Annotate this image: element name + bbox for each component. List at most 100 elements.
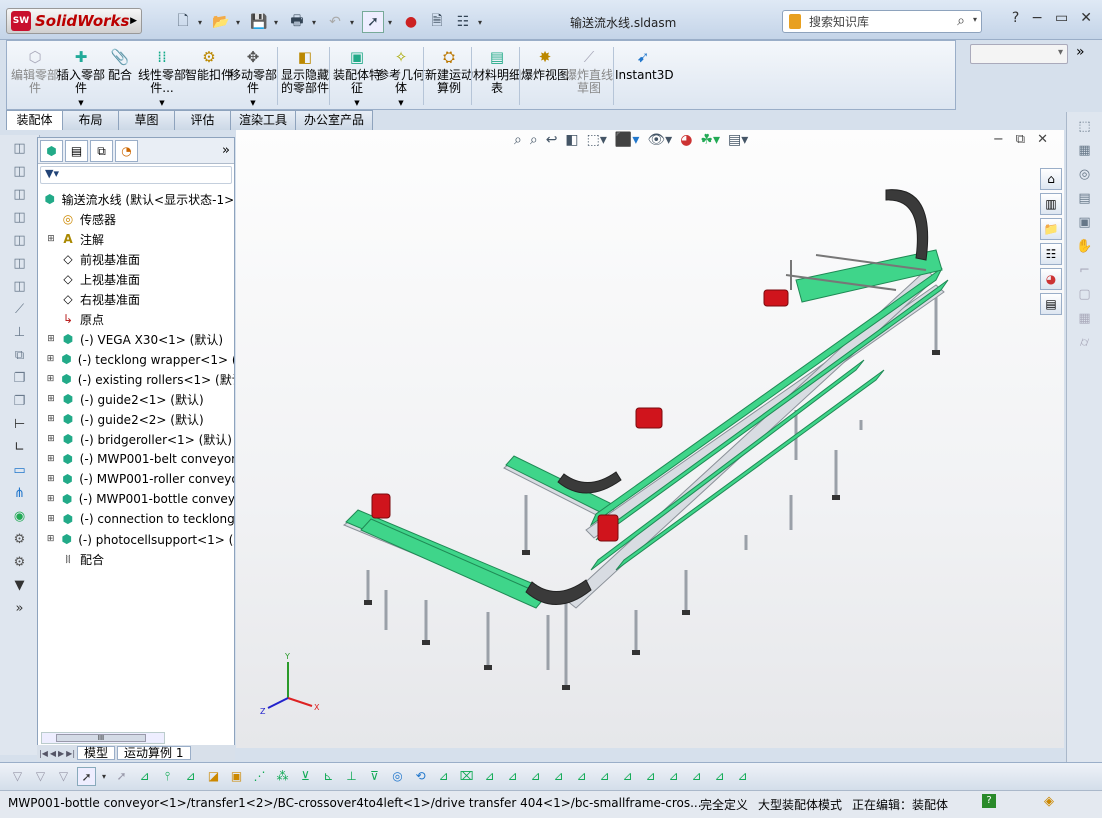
tool-icon[interactable]: ⊿ (687, 767, 706, 786)
box-icon[interactable]: ▢ (1076, 286, 1094, 304)
tool-icon[interactable]: ◎ (388, 767, 407, 786)
file-explorer-icon[interactable]: 📁 (1040, 218, 1062, 240)
tree-item-mates[interactable]: ⧘⧙ 配合 (38, 549, 234, 569)
smart-fastener-button[interactable]: ⚙ 智能扣件 (185, 47, 233, 82)
tool-icon[interactable]: ⊿ (181, 767, 200, 786)
expand-icon[interactable]: ⊞ (46, 354, 55, 364)
paste-icon[interactable]: ❐ (11, 393, 29, 411)
expand-icon[interactable]: ⊞ (46, 514, 56, 524)
tool-icon[interactable]: ◪ (204, 767, 223, 786)
tab-model[interactable]: 模型 (77, 746, 116, 760)
print-icon[interactable]: 🖶 (286, 11, 308, 33)
appearances-icon[interactable]: ◕ (1040, 268, 1062, 290)
print-dropdown-icon[interactable]: ▾ (312, 18, 320, 27)
view-cube-icon[interactable]: ◫ (11, 163, 29, 181)
grid-icon[interactable]: ▦ (1076, 310, 1094, 328)
dimension-icon[interactable]: ⊢ (11, 416, 29, 434)
save-dropdown-icon[interactable]: ▾ (274, 18, 282, 27)
tree-item-component[interactable]: ⊞ ⬢ (-) guide2<2> (默认) (38, 409, 234, 429)
undo-icon[interactable]: ↶ (324, 11, 346, 33)
tree-item-sensors[interactable]: ◎ 传感器 (38, 209, 234, 229)
tree-root[interactable]: ⬢ 输送流水线 (默认<显示状态-1>) (38, 189, 234, 209)
tab-layout[interactable]: 布局 (62, 110, 119, 130)
design-library-icon[interactable]: ▥ (1040, 193, 1062, 215)
expand-icon[interactable]: ⊞ (46, 454, 56, 464)
help-icon[interactable]: ? (1012, 10, 1019, 26)
double-chevron-right-icon[interactable]: » (1076, 44, 1085, 60)
view-cube-icon[interactable]: ◫ (11, 232, 29, 250)
tool-icon[interactable]: ⊿ (480, 767, 499, 786)
tool-icon[interactable]: ⊽ (365, 767, 384, 786)
tool-icon[interactable]: ⫯ (158, 767, 177, 786)
tree-item-component[interactable]: ⊞ ⬢ (-) MWP001-bottle conveyo (38, 489, 234, 509)
tab-office-products[interactable]: 办公室产品 (295, 110, 374, 130)
tool-icon[interactable]: ⋰ (250, 767, 269, 786)
edit-component-button[interactable]: ⬡ 编辑零部件 (11, 47, 59, 95)
tool-icon[interactable]: ⊿ (526, 767, 545, 786)
tool-icon[interactable]: ⊿ (710, 767, 729, 786)
tool-icon[interactable]: ⊾ (319, 767, 338, 786)
properties-icon[interactable]: ▣ (1076, 214, 1094, 232)
tool-icon[interactable]: ⊥ (342, 767, 361, 786)
save-icon[interactable]: 💾 (248, 11, 270, 33)
tool-icon[interactable]: ⊿ (549, 767, 568, 786)
tool-icon[interactable]: ⊿ (733, 767, 752, 786)
search-icon[interactable]: ⌕ (957, 13, 965, 29)
last-nav-icon[interactable]: ▶| (66, 749, 75, 758)
bom-button[interactable]: ▤ 材料明细表 (473, 47, 521, 95)
tool-icon[interactable]: ⊿ (618, 767, 637, 786)
search-dropdown-icon[interactable]: ▾ (973, 15, 977, 24)
globe-icon[interactable]: ◉ (11, 508, 29, 526)
expand-icon[interactable]: ⊞ (46, 434, 56, 444)
feature-tree-tab-icon[interactable]: ⬢ (40, 139, 63, 162)
expand-icon[interactable]: ⊞ (46, 394, 56, 404)
hierarchy-icon[interactable]: ⋔ (11, 485, 29, 503)
gear-icon[interactable]: ⚙ (11, 531, 29, 549)
tool-icon[interactable]: ⊿ (434, 767, 453, 786)
tool-icon[interactable]: ⊿ (135, 767, 154, 786)
tab-sketch[interactable]: 草图 (118, 110, 175, 130)
render-icon[interactable]: ▦ (1076, 142, 1094, 160)
tool-icon[interactable]: ⌧ (457, 767, 476, 786)
solidworks-logo[interactable]: SW SolidWorks ▶ (6, 8, 142, 34)
double-chevron-right-icon[interactable]: » (222, 143, 230, 158)
tag-icon[interactable]: ◈ (1044, 794, 1054, 809)
gear-icon[interactable]: ⚙ (11, 554, 29, 572)
tool-icon[interactable]: ⊿ (503, 767, 522, 786)
view-cube-icon[interactable]: ◫ (11, 255, 29, 273)
filter-icon[interactable]: ▽ (8, 767, 27, 786)
tree-item-component[interactable]: ⊞ ⬢ (-) photocellsupport<1> (默 (38, 529, 234, 549)
select-pointer-icon[interactable]: ➚ (77, 767, 96, 786)
options-dropdown-icon[interactable]: ▾ (478, 18, 486, 27)
tree-item-component[interactable]: ⊞ ⬢ (-) tecklong wrapper<1> (默 (38, 349, 234, 369)
instant3d-button[interactable]: ➹ Instant3D (615, 47, 674, 82)
linear-pattern-button[interactable]: ⁞⁞ 线性零部件... ▼ (137, 47, 187, 110)
move-component-button[interactable]: ✥ 移动零部件 ▼ (229, 47, 277, 110)
quick-tips-icon[interactable]: ? (982, 794, 996, 808)
new-dropdown-icon[interactable]: ▾ (198, 18, 206, 27)
prev-nav-icon[interactable]: ◀ (50, 749, 56, 758)
tool-icon[interactable]: ⊻ (296, 767, 315, 786)
undo-dropdown-icon[interactable]: ▾ (350, 18, 358, 27)
tree-item-component[interactable]: ⊞ ⬢ (-) MWP001-belt conveyor (38, 449, 234, 469)
property-manager-tab-icon[interactable]: ▤ (65, 139, 88, 162)
expand-icon[interactable]: ⊞ (46, 494, 56, 504)
mirror-icon[interactable]: ⧉ (11, 347, 29, 365)
close-icon[interactable]: ✕ (1080, 10, 1092, 26)
relation-icon[interactable]: ⊥ (11, 324, 29, 342)
minimize-icon[interactable]: − (1031, 10, 1043, 26)
bracket-icon[interactable]: ⌐ (1076, 262, 1094, 280)
expand-icon[interactable]: ⊞ (46, 234, 56, 244)
tool-icon[interactable]: ⟲ (411, 767, 430, 786)
view-cube-icon[interactable]: ◫ (11, 278, 29, 296)
exploded-view-button[interactable]: ✸ 爆炸视图 (521, 47, 569, 82)
tree-item-component[interactable]: ⊞ ⬢ (-) MWP001-roller conveyo (38, 469, 234, 489)
expand-icon[interactable]: ⊞ (46, 334, 56, 344)
tree-item-component[interactable]: ⊞ ⬢ (-) VEGA X30<1> (默认) (38, 329, 234, 349)
expand-icon[interactable]: ⊞ (46, 474, 56, 484)
tree-item-top-plane[interactable]: ◇ 上视基准面 (38, 269, 234, 289)
double-chevron-down-icon[interactable]: » (11, 600, 29, 618)
tree-item-annotations[interactable]: ⊞ A 注解 (38, 229, 234, 249)
new-document-icon[interactable]: 🗋 (172, 11, 194, 33)
select-other-icon[interactable]: ➚ (112, 767, 131, 786)
